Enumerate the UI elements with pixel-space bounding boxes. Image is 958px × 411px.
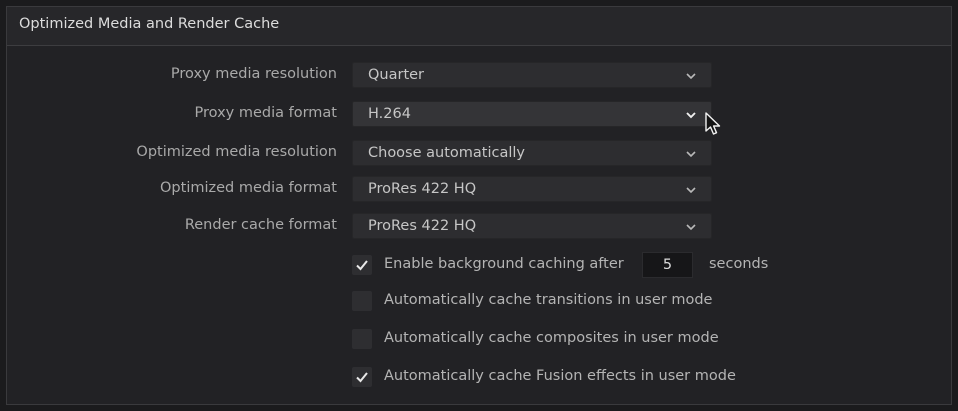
cache-fusion-effects-checkbox[interactable]	[352, 367, 372, 387]
proxy-media-resolution-value: Quarter	[368, 67, 425, 83]
optimized-media-resolution-row: Optimized media resolution Choose automa…	[7, 140, 951, 166]
optimized-media-resolution-label: Optimized media resolution	[136, 144, 337, 160]
background-caching-checkbox[interactable]	[352, 255, 372, 275]
proxy-media-resolution-label: Proxy media resolution	[170, 66, 337, 82]
render-cache-format-row: Render cache format ProRes 422 HQ	[7, 213, 951, 239]
cache-composites-label: Automatically cache composites in user m…	[384, 330, 719, 346]
panel-header: Optimized Media and Render Cache	[7, 7, 951, 46]
chevron-down-icon	[686, 73, 696, 80]
cache-transitions-row: Automatically cache transitions in user …	[352, 288, 912, 314]
render-cache-format-label: Render cache format	[184, 217, 337, 233]
optimized-media-render-cache-panel: Optimized Media and Render Cache Proxy m…	[6, 6, 952, 405]
checkmark-icon	[356, 260, 368, 271]
optimized-media-format-label: Optimized media format	[160, 180, 337, 196]
cache-fusion-effects-label: Automatically cache Fusion effects in us…	[384, 368, 736, 384]
chevron-down-icon	[686, 112, 696, 119]
proxy-media-format-row: Proxy media format H.264	[7, 101, 951, 127]
background-caching-seconds-input[interactable]: 5	[642, 252, 693, 278]
cache-transitions-label: Automatically cache transitions in user …	[384, 292, 713, 308]
optimized-media-resolution-dropdown[interactable]: Choose automatically	[352, 140, 712, 166]
chevron-down-icon	[686, 151, 696, 158]
optimized-media-format-row: Optimized media format ProRes 422 HQ	[7, 176, 951, 202]
cache-fusion-effects-row: Automatically cache Fusion effects in us…	[352, 364, 912, 390]
proxy-media-resolution-dropdown[interactable]: Quarter	[352, 62, 712, 88]
optimized-media-resolution-value: Choose automatically	[368, 145, 525, 161]
render-cache-format-dropdown[interactable]: ProRes 422 HQ	[352, 213, 712, 239]
cache-composites-checkbox[interactable]	[352, 329, 372, 349]
optimized-media-format-value: ProRes 422 HQ	[368, 181, 477, 197]
panel-title: Optimized Media and Render Cache	[19, 16, 280, 32]
render-cache-format-value: ProRes 422 HQ	[368, 218, 477, 234]
chevron-down-icon	[686, 224, 696, 231]
cache-composites-row: Automatically cache composites in user m…	[352, 326, 912, 352]
proxy-media-format-label: Proxy media format	[194, 105, 337, 121]
proxy-media-resolution-row: Proxy media resolution Quarter	[7, 62, 951, 88]
cache-transitions-checkbox[interactable]	[352, 291, 372, 311]
optimized-media-format-dropdown[interactable]: ProRes 422 HQ	[352, 176, 712, 202]
seconds-unit-label: seconds	[709, 256, 769, 272]
background-caching-label: Enable background caching after	[384, 256, 624, 272]
chevron-down-icon	[686, 187, 696, 194]
proxy-media-format-dropdown[interactable]: H.264	[352, 101, 712, 127]
proxy-media-format-value: H.264	[368, 106, 411, 122]
checkmark-icon	[356, 372, 368, 383]
background-caching-row: Enable background caching after 5 second…	[352, 252, 912, 278]
mouse-pointer-icon	[705, 112, 721, 135]
